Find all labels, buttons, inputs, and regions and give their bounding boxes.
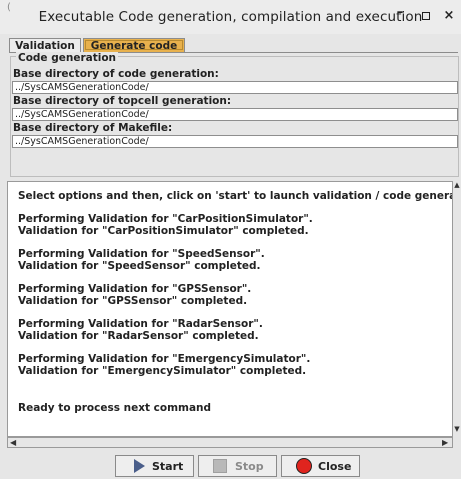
console-line: Select options and then, click on 'start… bbox=[18, 190, 453, 202]
code-generation-dir-label: Base directory of code generation: bbox=[13, 68, 219, 80]
title-bar: ( Executable Code generation, compilatio… bbox=[0, 0, 461, 34]
start-button[interactable]: Start bbox=[115, 455, 194, 477]
scroll-left-icon[interactable]: ◀ bbox=[10, 438, 16, 447]
console-line: Validation for "CarPositionSimulator" co… bbox=[18, 225, 309, 237]
close-window-button[interactable]: × bbox=[442, 8, 456, 24]
makefile-dir-input[interactable]: ../SysCAMSGenerationCode/ bbox=[12, 135, 458, 148]
vertical-scrollbar[interactable]: ▲ ▼ bbox=[453, 181, 461, 448]
maximize-button[interactable] bbox=[419, 8, 433, 24]
topcell-generation-dir-input[interactable]: ../SysCAMSGenerationCode/ bbox=[12, 108, 458, 121]
minimize-button[interactable]: – bbox=[393, 5, 407, 21]
makefile-dir-label: Base directory of Makefile: bbox=[13, 122, 173, 134]
start-label: Start bbox=[152, 460, 184, 473]
console-line: Ready to process next command bbox=[18, 402, 212, 414]
close-icon: × bbox=[443, 8, 455, 23]
scroll-right-icon[interactable]: ▶ bbox=[442, 438, 448, 447]
play-icon bbox=[134, 459, 145, 473]
stop-button[interactable]: Stop bbox=[198, 455, 277, 477]
console-output[interactable]: Select options and then, click on 'start… bbox=[7, 181, 453, 437]
window-title: Executable Code generation, compilation … bbox=[38, 9, 423, 25]
minimize-icon: – bbox=[396, 5, 404, 20]
console-line: Validation for "SpeedSensor" completed. bbox=[18, 260, 261, 272]
tab-generate-code[interactable]: Generate code bbox=[83, 38, 185, 52]
close-circle-icon bbox=[296, 458, 312, 474]
tab-validation[interactable]: Validation bbox=[9, 38, 81, 52]
close-label: Close bbox=[318, 460, 352, 473]
close-button[interactable]: Close bbox=[281, 455, 360, 477]
group-title: Code generation bbox=[16, 52, 119, 64]
code-generation-dir-input[interactable]: ../SysCAMSGenerationCode/ bbox=[12, 81, 458, 94]
maximize-icon bbox=[422, 12, 430, 20]
console-line: Performing Validation for "GPSSensor". bbox=[18, 283, 252, 295]
console-line: Performing Validation for "CarPositionSi… bbox=[18, 213, 313, 225]
topcell-generation-dir-label: Base directory of topcell generation: bbox=[13, 95, 232, 107]
stop-icon bbox=[213, 459, 227, 473]
scroll-up-icon[interactable]: ▲ bbox=[453, 181, 461, 189]
console-line: Validation for "GPSSensor" completed. bbox=[18, 295, 248, 307]
console-line: Performing Validation for "RadarSensor". bbox=[18, 318, 263, 330]
stop-label: Stop bbox=[235, 460, 264, 473]
console-line: Performing Validation for "SpeedSensor". bbox=[18, 248, 265, 260]
horizontal-scrollbar[interactable]: ◀ ▶ bbox=[7, 437, 453, 448]
console-line: Validation for "RadarSensor" completed. bbox=[18, 330, 259, 342]
console-line: Performing Validation for "EmergencySimu… bbox=[18, 353, 311, 365]
console-line: Validation for "EmergencySimulator" comp… bbox=[18, 365, 307, 377]
scroll-down-icon[interactable]: ▼ bbox=[453, 425, 461, 433]
